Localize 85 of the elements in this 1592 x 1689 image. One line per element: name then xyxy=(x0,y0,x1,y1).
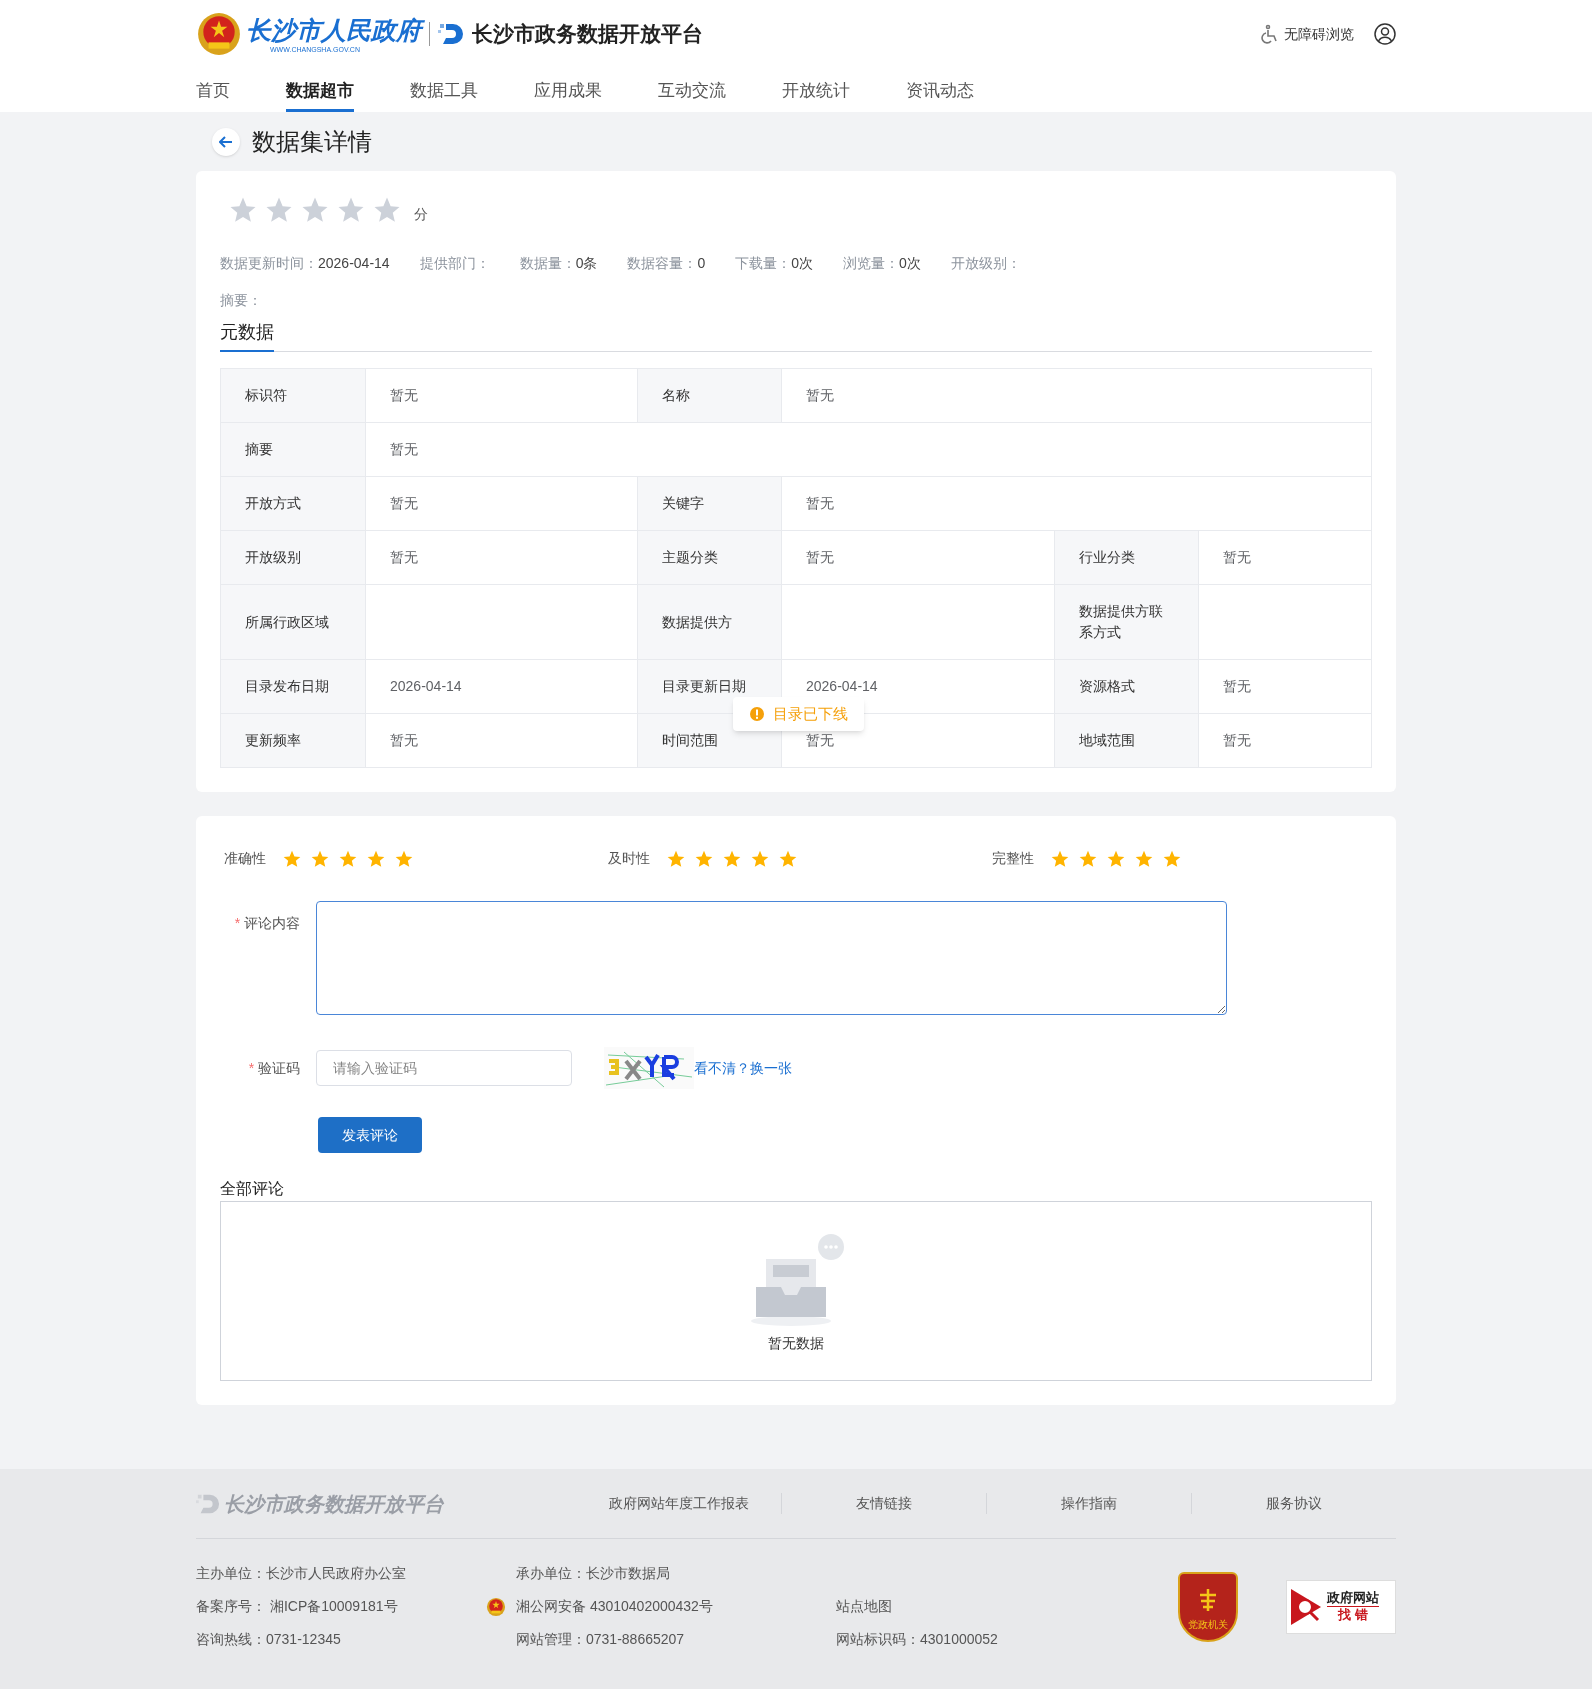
meta-item: 数据更新时间：2026-04-14 xyxy=(220,254,390,273)
table-header-cell: 行业分类 xyxy=(1055,531,1199,585)
table-header-cell: 名称 xyxy=(638,369,782,423)
footer-link[interactable]: 政府网站年度工作报表 xyxy=(576,1493,781,1514)
user-icon[interactable] xyxy=(1374,23,1396,45)
empty-text: 暂无数据 xyxy=(768,1333,824,1353)
comment-label: * 评论内容 xyxy=(233,914,301,933)
error-box-title: 政府网站 xyxy=(1327,1589,1379,1607)
meta-item: 提供部门： xyxy=(419,254,490,273)
magnifier-icon xyxy=(1291,1586,1323,1627)
nav-tab[interactable]: 互动交流 xyxy=(658,60,726,112)
table-header-cell: 数据提供方联系方式 xyxy=(1055,585,1199,660)
footer-info: 湘公网安备 43010402000432号 xyxy=(516,1597,713,1616)
platform-title: 长沙市政务数据开放平台 xyxy=(472,21,703,48)
rating-label: 及时性 xyxy=(608,849,650,868)
badge-text: 党政机关 xyxy=(1188,1617,1228,1632)
footer-info: 备案序号： 湘ICP备10009181号 xyxy=(196,1597,398,1616)
table-header-cell: 关键字 xyxy=(638,477,782,531)
warning-icon xyxy=(749,706,765,722)
table-header-cell: 标识符 xyxy=(221,369,366,423)
table-cell: 暂无 xyxy=(1199,531,1372,585)
table-cell: 暂无 xyxy=(1199,714,1372,768)
emblem-icon xyxy=(486,1596,506,1617)
comments-title: 全部评论 xyxy=(220,1179,285,1199)
refresh-captcha-link[interactable]: 看不清？换一张 xyxy=(694,1057,792,1079)
footer-info: 主办单位：长沙市人民政府办公室 xyxy=(196,1564,406,1583)
rating-label: 完整性 xyxy=(992,849,1034,868)
table-cell: 暂无 xyxy=(1199,660,1372,714)
accessibility-link[interactable]: 无障碍浏览 xyxy=(1284,23,1354,45)
table-cell: 暂无 xyxy=(782,477,1372,531)
nav-tab[interactable]: 资讯动态 xyxy=(906,60,974,112)
party-badge[interactable]: 党政机关 xyxy=(1178,1571,1238,1642)
wheelchair-icon[interactable] xyxy=(1260,24,1280,44)
footer-info[interactable]: 站点地图 xyxy=(836,1596,892,1617)
meta-item: 数据容量：0 xyxy=(627,254,706,273)
footer-info: 网站标识码：4301000052 xyxy=(836,1630,998,1649)
error-box-subtitle: 找 错 xyxy=(1338,1607,1368,1624)
nav-tab[interactable]: 数据工具 xyxy=(410,60,478,112)
meta-item: 数据量：0条 xyxy=(519,254,598,273)
table-cell: 2026-04-14 xyxy=(366,660,638,714)
footer-link[interactable]: 友情链接 xyxy=(781,1493,986,1514)
table-cell: 暂无 xyxy=(366,714,638,768)
nav-tab[interactable]: 开放统计 xyxy=(782,60,850,112)
table-header-cell: 目录发布日期 xyxy=(221,660,366,714)
table-header-cell: 开放级别 xyxy=(221,531,366,585)
score-unit: 分 xyxy=(414,204,428,224)
meta-item: 浏览量：0次 xyxy=(843,254,921,273)
nav-tab[interactable]: 首页 xyxy=(196,60,230,112)
table-cell: 暂无 xyxy=(782,531,1055,585)
emblem-icon xyxy=(196,11,242,57)
table-header-cell: 所属行政区域 xyxy=(221,585,366,660)
table-header-cell: 主题分类 xyxy=(638,531,782,585)
meta-item: 开放级别： xyxy=(950,254,1021,273)
back-button[interactable] xyxy=(212,127,240,156)
table-header-cell: 数据提供方 xyxy=(638,585,782,660)
footer-logo: 长沙市政务数据开放平台 xyxy=(224,1491,444,1517)
meta-item: 下载量：0次 xyxy=(735,254,813,273)
submit-button[interactable]: 发表评论 xyxy=(318,1117,422,1153)
page-title: 数据集详情 xyxy=(252,126,372,157)
comment-field[interactable] xyxy=(316,901,1227,1015)
table-cell: 暂无 xyxy=(366,531,638,585)
metadata-tab[interactable]: 元数据 xyxy=(220,319,274,352)
nav-tab[interactable]: 应用成果 xyxy=(534,60,602,112)
table-header-cell: 开放方式 xyxy=(221,477,366,531)
table-cell: 暂无 xyxy=(366,477,638,531)
footer-link[interactable]: 服务协议 xyxy=(1191,1493,1396,1514)
footer-link[interactable]: 操作指南 xyxy=(986,1493,1191,1514)
footer-info: 承办单位：长沙市数据局 xyxy=(516,1564,670,1583)
footer-info: 网站管理：0731-88665207 xyxy=(516,1630,685,1649)
table-header-cell: 资源格式 xyxy=(1055,660,1199,714)
footer-info: 咨询热线：0731-12345 xyxy=(196,1630,341,1649)
rating-label: 准确性 xyxy=(224,849,266,868)
error-report-badge[interactable]: 政府网站 找 错 xyxy=(1286,1579,1396,1634)
table-cell: 暂无 xyxy=(366,423,1372,477)
table-header-cell: 地域范围 xyxy=(1055,714,1199,768)
captcha-field[interactable]: 请输入验证码 xyxy=(316,1050,572,1086)
table-header-cell: 摘要 xyxy=(221,423,366,477)
table-cell: 暂无 xyxy=(366,369,638,423)
captcha-label: * 验证码 xyxy=(247,1058,301,1078)
back-arrow-icon xyxy=(219,134,233,149)
table-cell: 暂无 xyxy=(782,369,1372,423)
table-header-cell: 更新频率 xyxy=(221,714,366,768)
nav-tab[interactable]: 数据超市 xyxy=(286,60,354,112)
d-logo-icon xyxy=(438,21,464,47)
summary-label: 摘要： xyxy=(220,291,263,310)
